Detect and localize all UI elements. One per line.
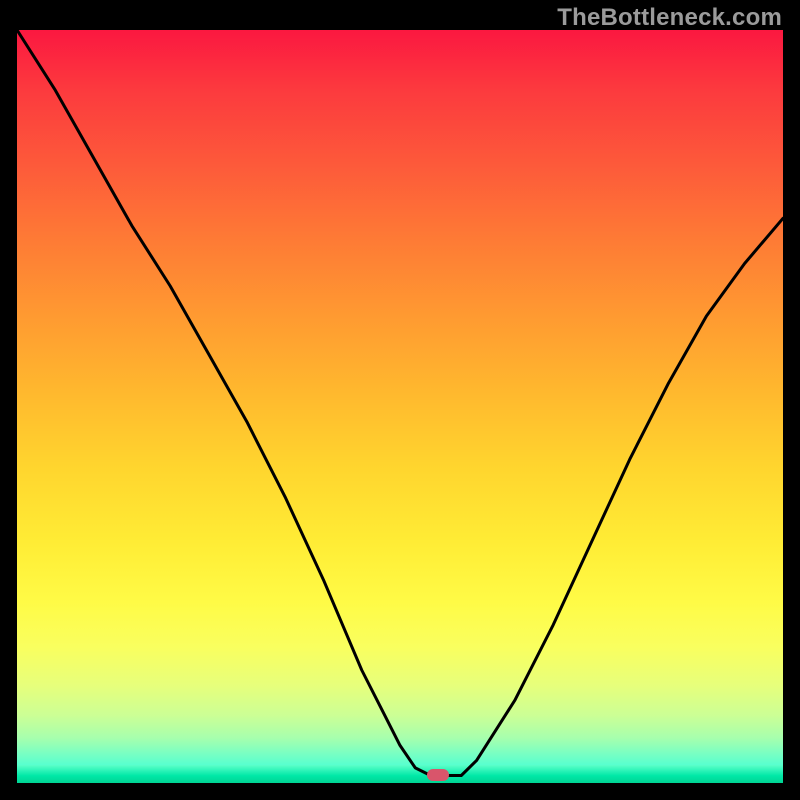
chart-frame: TheBottleneck.com — [0, 0, 800, 800]
watermark-text: TheBottleneck.com — [557, 4, 782, 32]
optimal-point-marker — [427, 769, 449, 781]
bottleneck-curve — [17, 30, 783, 776]
plot-area — [17, 30, 783, 783]
curve-svg — [17, 30, 783, 783]
